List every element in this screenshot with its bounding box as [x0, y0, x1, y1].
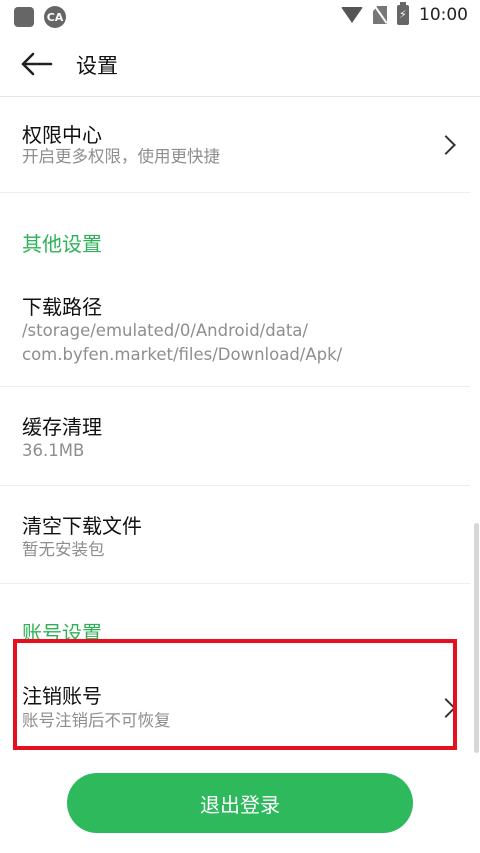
status-time: 10:00	[419, 5, 468, 25]
status-bar: CA ⚡ 10:00	[0, 0, 480, 34]
chevron-right-icon	[436, 135, 456, 155]
cache-size: 36.1MB	[22, 441, 85, 460]
wifi-icon	[341, 7, 363, 23]
permissions-title: 权限中心	[22, 123, 102, 147]
settings-item-permissions[interactable]: 权限中心 开启更多权限，使用更快捷	[0, 97, 470, 192]
no-sim-icon	[373, 6, 387, 24]
battery-charging-icon: ⚡	[397, 2, 409, 25]
page-title: 设置	[76, 54, 118, 78]
clear-downloads-title: 清空下载文件	[22, 514, 142, 538]
cache-title: 缓存清理	[22, 415, 102, 439]
settings-item-clear-downloads[interactable]: 清空下载文件 暂无安装包	[0, 486, 470, 583]
divider	[0, 192, 470, 193]
logout-button[interactable]: 退出登录	[67, 773, 413, 833]
settings-item-cache[interactable]: 缓存清理 36.1MB	[0, 387, 470, 485]
download-path-line2: com.byfen.market/files/Download/Apk/	[22, 345, 343, 364]
permissions-subtitle: 开启更多权限，使用更快捷	[22, 147, 220, 166]
download-path-title: 下载路径	[22, 295, 102, 319]
toolbar: 设置	[0, 34, 480, 97]
back-arrow-icon[interactable]	[20, 49, 54, 79]
ca-circle-icon: CA	[44, 6, 66, 28]
scrollbar[interactable]	[474, 523, 479, 753]
clear-downloads-subtitle: 暂无安装包	[22, 540, 105, 559]
app-square-icon	[14, 7, 34, 27]
settings-item-download-path[interactable]: 下载路径 /storage/emulated/0/Android/data/ c…	[0, 280, 470, 386]
highlight-box	[13, 639, 457, 750]
divider	[0, 583, 470, 584]
download-path-line1: /storage/emulated/0/Android/data/	[22, 321, 308, 340]
section-header-other: 其他设置	[22, 232, 102, 256]
